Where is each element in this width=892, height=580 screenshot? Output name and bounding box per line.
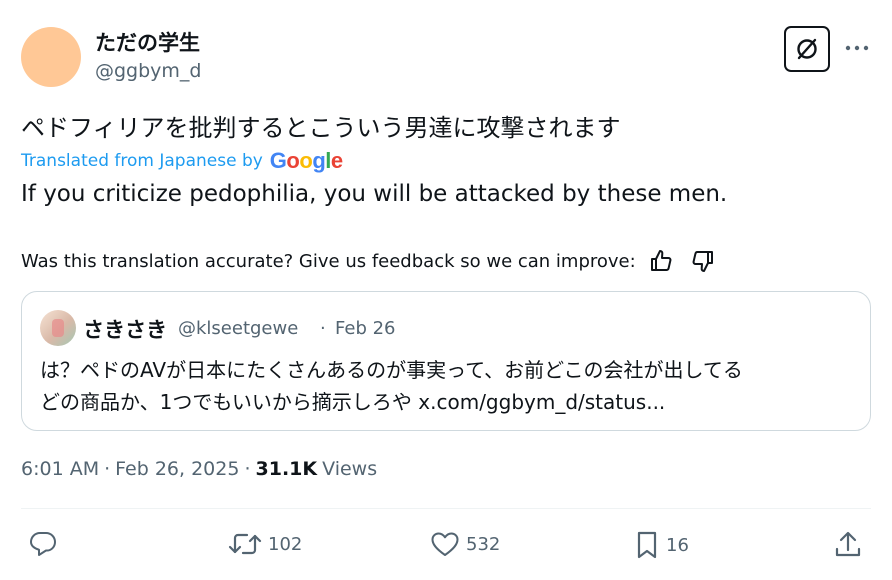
quote-handle: @klseetgewe	[178, 318, 299, 339]
reply-button[interactable]	[28, 530, 64, 558]
more-icon	[845, 45, 869, 51]
translation-attribution[interactable]: Translated from Japanese by Google	[21, 148, 343, 174]
like-count: 532	[466, 533, 501, 555]
grok-icon	[797, 38, 817, 60]
quote-date: Feb 26	[335, 318, 396, 339]
bookmark-count: 16	[666, 534, 689, 556]
like-button[interactable]: 532	[430, 530, 500, 558]
meta-separator: ·	[244, 458, 251, 480]
grok-button[interactable]	[784, 26, 830, 72]
tweet-text: ペドフィリアを批判するとこういう男達に攻撃されます	[21, 114, 621, 142]
meta-separator: ·	[104, 458, 111, 480]
bookmark-icon	[637, 531, 657, 559]
thumbs-down-icon	[692, 251, 713, 272]
bookmark-button[interactable]: 16	[634, 530, 689, 560]
share-button[interactable]	[833, 530, 863, 560]
quote-text-line-1: は？ペドのAVが日本にたくさんあるのが事実って、お前どこの会社が出してる	[40, 358, 743, 382]
views-label: Views	[322, 458, 378, 480]
retweet-count: 102	[268, 533, 303, 555]
views-count[interactable]: 31.1K	[256, 458, 318, 480]
feedback-prompt: Was this translation accurate? Give us f…	[21, 250, 636, 272]
thumbs-up-icon	[650, 250, 672, 271]
quote-text-line-2: どの商品か、1つでもいいから摘示しろや x.com/ggbym_d/status…	[40, 390, 666, 414]
author-avatar[interactable]	[21, 27, 81, 87]
reply-icon	[30, 532, 56, 556]
quote-separator: ·	[320, 318, 326, 339]
divider	[21, 508, 871, 509]
more-options-button[interactable]	[842, 36, 872, 60]
retweet-icon	[228, 533, 262, 555]
tweet-time[interactable]: 6:01 AM	[21, 458, 99, 480]
author-display-name[interactable]: ただの学生	[95, 27, 200, 57]
translated-label: Translated from Japanese by	[21, 151, 263, 171]
translated-text: If you criticize pedophilia, you will be…	[21, 181, 728, 207]
author-handle[interactable]: @ggbym_d	[95, 60, 202, 82]
google-logo: Google	[269, 148, 343, 173]
quoted-tweet[interactable]: さきさき @klseetgewe · Feb 26 は？ペドのAVが日本にたくさ…	[21, 291, 871, 431]
like-icon	[431, 532, 459, 556]
tweet-date[interactable]: Feb 26, 2025	[115, 458, 239, 480]
share-icon	[835, 531, 861, 557]
thumbs-up-button[interactable]	[646, 246, 676, 276]
retweet-button[interactable]: 102	[228, 530, 302, 558]
translation-feedback: Was this translation accurate? Give us f…	[21, 246, 718, 276]
quote-display-name: さきさき	[83, 318, 167, 342]
quote-avatar[interactable]	[40, 310, 76, 346]
thumbs-down-button[interactable]	[688, 246, 718, 276]
tweet-meta: 6:01 AM · Feb 26, 2025 · 31.1K Views	[21, 458, 377, 480]
